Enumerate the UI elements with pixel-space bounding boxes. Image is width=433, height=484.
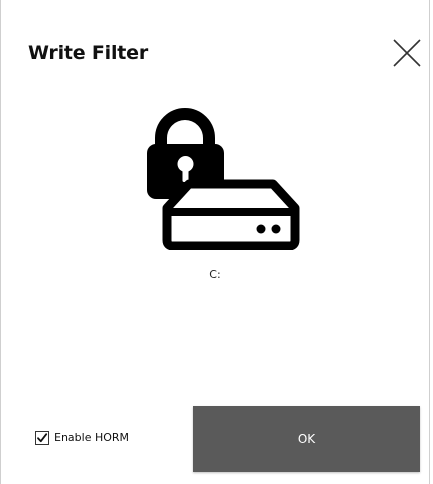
enable-horm-option[interactable]: Enable HORM <box>35 429 129 446</box>
dialog-title: Write Filter <box>28 42 149 64</box>
dialog-header: Write Filter <box>1 0 429 100</box>
drive-letter-label: C: <box>209 268 221 281</box>
write-filter-dialog: Write Filter C: Enable HORM OK <box>0 0 430 484</box>
locked-drive-icon <box>133 102 305 250</box>
enable-horm-checkbox[interactable] <box>35 430 49 445</box>
close-button[interactable] <box>391 37 423 69</box>
ok-button[interactable]: OK <box>193 406 420 472</box>
enable-horm-label: Enable HORM <box>54 431 130 444</box>
close-icon <box>393 39 421 67</box>
checkmark-icon <box>37 432 48 442</box>
